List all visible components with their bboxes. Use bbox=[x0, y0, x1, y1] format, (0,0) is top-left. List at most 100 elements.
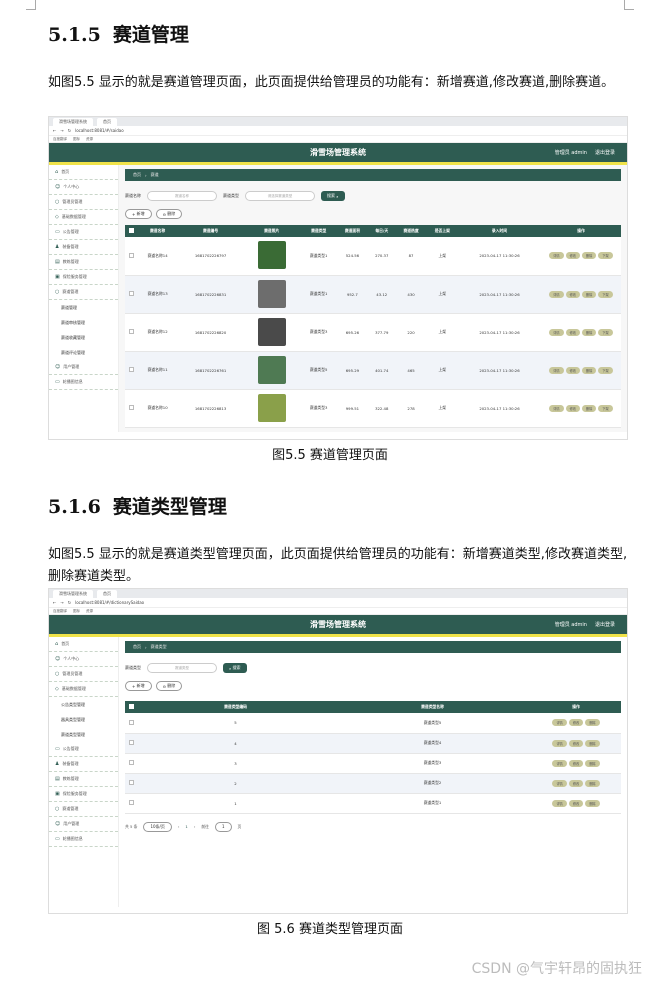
track-type-select[interactable]: 请选择赛道类型 bbox=[245, 191, 315, 201]
back-icon[interactable]: ← bbox=[53, 600, 56, 605]
browser-tab[interactable]: 滑雪场管理系统 bbox=[53, 589, 93, 598]
row-action-button[interactable]: 删除 bbox=[585, 719, 600, 727]
sidebar-item[interactable]: ⌂ 首页 bbox=[49, 637, 118, 652]
row-checkbox[interactable] bbox=[128, 719, 134, 725]
sidebar-item[interactable]: ☺ 用户管理 bbox=[49, 360, 118, 375]
row-action-button[interactable]: 删除 bbox=[585, 799, 600, 807]
address-bar[interactable]: ← → ↻ localhost:8081/#/dictionarySaidao bbox=[49, 598, 627, 608]
row-action-button[interactable]: 修改 bbox=[565, 404, 580, 412]
row-action-button[interactable]: 下架 bbox=[598, 328, 613, 336]
row-action-button[interactable]: 下架 bbox=[598, 366, 613, 374]
sidebar-item[interactable]: ☺ 个人中心 bbox=[49, 180, 118, 195]
row-action-button[interactable]: 详情 bbox=[549, 290, 564, 298]
row-action-button[interactable]: 修改 bbox=[568, 799, 584, 807]
sidebar-item[interactable]: ▣ 保险服务管理 bbox=[49, 787, 118, 802]
sidebar-subitem[interactable]: 赛道审核管理 bbox=[49, 315, 118, 330]
row-action-button[interactable]: 删除 bbox=[585, 779, 600, 787]
delete-button[interactable]: ⊖ 删除 bbox=[155, 209, 183, 219]
delete-button[interactable]: ⊖ 删除 bbox=[155, 681, 183, 691]
search-button[interactable]: ⌕ 搜索 bbox=[223, 663, 247, 673]
sidebar-subitem[interactable]: 赛道管理 bbox=[49, 300, 118, 315]
row-action-button[interactable]: 修改 bbox=[565, 290, 580, 298]
sidebar-item[interactable]: ⌂ 首页 bbox=[49, 165, 118, 180]
track-type-input[interactable]: 赛道类型 bbox=[147, 663, 217, 673]
sidebar-item[interactable]: ▤ 教练管理 bbox=[49, 772, 118, 787]
logout-link[interactable]: 退出登录 bbox=[595, 621, 615, 628]
row-action-button[interactable]: 详情 bbox=[552, 799, 567, 807]
row-action-button[interactable]: 删除 bbox=[582, 404, 597, 412]
row-action-button[interactable]: 详情 bbox=[549, 252, 564, 260]
row-action-button[interactable]: 详情 bbox=[549, 404, 564, 412]
row-action-button[interactable]: 详情 bbox=[549, 328, 564, 336]
sidebar-item[interactable]: ▭ 轮播图信息 bbox=[49, 375, 118, 390]
row-action-button[interactable]: 修改 bbox=[565, 328, 580, 336]
row-action-button[interactable]: 详情 bbox=[552, 759, 567, 767]
reload-icon[interactable]: ↻ bbox=[68, 600, 71, 605]
current-page[interactable]: 1 bbox=[185, 824, 187, 829]
row-action-button[interactable]: 详情 bbox=[552, 719, 567, 727]
sidebar-subitem[interactable]: 公告类型管理 bbox=[49, 697, 118, 712]
sidebar-item[interactable]: ▣ 保险服务管理 bbox=[49, 270, 118, 285]
row-action-button[interactable]: 删除 bbox=[582, 366, 597, 374]
sidebar-subitem[interactable]: 赛道类型管理 bbox=[49, 727, 118, 742]
row-action-button[interactable]: 详情 bbox=[552, 779, 567, 787]
row-action-button[interactable]: 修改 bbox=[565, 252, 580, 260]
row-checkbox[interactable] bbox=[128, 740, 134, 745]
row-action-button[interactable]: 详情 bbox=[549, 366, 564, 374]
row-checkbox[interactable] bbox=[128, 800, 134, 805]
sidebar-subitem[interactable]: 赛道收藏管理 bbox=[49, 330, 118, 345]
row-action-button[interactable]: 下架 bbox=[598, 404, 613, 412]
row-action-button[interactable]: 删除 bbox=[585, 759, 600, 767]
reload-icon[interactable]: ↻ bbox=[68, 128, 71, 133]
row-action-button[interactable]: 修改 bbox=[568, 739, 584, 747]
row-action-button[interactable]: 详情 bbox=[552, 739, 567, 747]
logout-link[interactable]: 退出登录 bbox=[595, 149, 615, 156]
sidebar-item[interactable]: ▤ 教练管理 bbox=[49, 255, 118, 270]
back-icon[interactable]: ← bbox=[53, 128, 56, 133]
sidebar-item[interactable]: ▭ 公告管理 bbox=[49, 742, 118, 757]
row-action-button[interactable]: 删除 bbox=[585, 739, 600, 747]
row-action-button[interactable]: 删除 bbox=[582, 252, 597, 260]
select-all-checkbox[interactable] bbox=[128, 704, 134, 709]
sidebar-item[interactable]: ☺ 个人中心 bbox=[49, 652, 118, 667]
sidebar-subitem[interactable]: 赛道评论管理 bbox=[49, 345, 118, 360]
add-button[interactable]: + 新增 bbox=[125, 209, 152, 219]
sidebar-item[interactable]: ○ 管理员管理 bbox=[49, 667, 118, 682]
row-checkbox[interactable] bbox=[128, 760, 134, 765]
row-checkbox[interactable] bbox=[128, 291, 134, 296]
row-action-button[interactable]: 下架 bbox=[598, 290, 613, 298]
row-checkbox[interactable] bbox=[128, 329, 134, 334]
sidebar-item-active[interactable]: ◇ 基础数据管理 bbox=[49, 682, 118, 697]
prev-page-icon[interactable]: ‹ bbox=[178, 824, 180, 829]
browser-tab[interactable]: 滑雪场管理系统 bbox=[53, 117, 93, 126]
row-checkbox[interactable] bbox=[128, 780, 134, 785]
goto-page-input[interactable]: 1 bbox=[214, 821, 232, 832]
sidebar-item[interactable]: ☺ 用户管理 bbox=[49, 817, 118, 832]
select-all-checkbox[interactable] bbox=[128, 228, 134, 233]
forward-icon[interactable]: → bbox=[60, 128, 63, 133]
sidebar-subitem[interactable]: 器具类型管理 bbox=[49, 712, 118, 727]
page-size-select[interactable]: 10条/页 bbox=[143, 821, 172, 832]
row-checkbox[interactable] bbox=[128, 367, 134, 372]
row-action-button[interactable]: 修改 bbox=[565, 366, 580, 374]
row-action-button[interactable]: 下架 bbox=[598, 252, 613, 260]
row-action-button[interactable]: 修改 bbox=[568, 719, 584, 727]
next-page-icon[interactable]: › bbox=[194, 824, 196, 829]
sidebar-item[interactable]: ♟ 装备管理 bbox=[49, 240, 118, 255]
track-name-input[interactable]: 赛道名称 bbox=[147, 191, 217, 201]
address-bar[interactable]: ← → ↻ localhost:8081/#/saidao bbox=[49, 126, 627, 136]
browser-tab[interactable]: 首页 bbox=[97, 117, 117, 126]
sidebar-item[interactable]: ◇ 基础数据管理 bbox=[49, 210, 118, 225]
row-action-button[interactable]: 删除 bbox=[582, 290, 597, 298]
row-checkbox[interactable] bbox=[128, 252, 134, 258]
sidebar-item[interactable]: ▭ 公告管理 bbox=[49, 225, 118, 240]
sidebar-item[interactable]: ○ 赛道管理 bbox=[49, 802, 118, 817]
row-checkbox[interactable] bbox=[128, 405, 134, 410]
forward-icon[interactable]: → bbox=[60, 600, 63, 605]
sidebar-item[interactable]: ○ 管理员管理 bbox=[49, 195, 118, 210]
search-button[interactable]: 搜索 ⌕ bbox=[321, 191, 345, 201]
sidebar-item-active[interactable]: ○ 赛道管理 bbox=[49, 285, 118, 300]
browser-tab[interactable]: 首页 bbox=[97, 589, 117, 598]
sidebar-item[interactable]: ▭ 轮播图信息 bbox=[49, 832, 118, 847]
add-button[interactable]: + 新增 bbox=[125, 681, 152, 691]
